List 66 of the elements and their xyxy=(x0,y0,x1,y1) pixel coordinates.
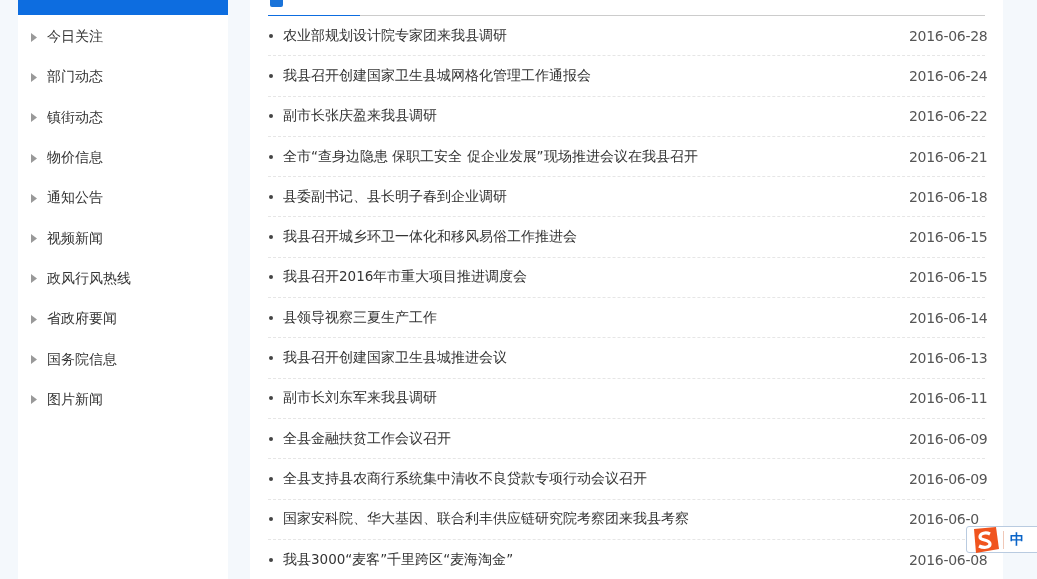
sidebar-item[interactable]: 通知公告 xyxy=(18,178,228,219)
ime-toolbar[interactable]: 中 xyxy=(966,526,1037,553)
news-link[interactable]: 全市“查身边隐患 保职工安全 促企业发展”现场推进会议在我县召开 xyxy=(283,147,909,166)
news-link[interactable]: 县领导视察三夏生产工作 xyxy=(283,308,909,327)
triangle-icon xyxy=(31,72,37,82)
sidebar-item[interactable]: 物价信息 xyxy=(18,137,228,179)
bullet-icon xyxy=(269,396,273,401)
sidebar-item[interactable]: 今日关注 xyxy=(18,17,228,58)
sidebar-item[interactable]: 政风行风热线 xyxy=(18,258,228,300)
news-link[interactable]: 我县召开创建国家卫生县城推进会议 xyxy=(283,349,909,367)
section-icon xyxy=(270,0,283,7)
news-link[interactable]: 副市长刘东军来我县调研 xyxy=(283,389,909,408)
news-date: 2016-06-09 xyxy=(909,470,985,487)
triangle-icon xyxy=(31,153,37,163)
news-link[interactable]: 全县金融扶贫工作会议召开 xyxy=(283,429,909,448)
bullet-icon xyxy=(269,356,273,360)
triangle-icon xyxy=(31,314,37,324)
bullet-icon xyxy=(269,33,273,38)
news-link[interactable]: 农业部规划设计院专家团来我县调研 xyxy=(283,26,909,45)
news-date: 2016-06-08 xyxy=(909,551,985,568)
news-date: 2016-06-18 xyxy=(909,188,985,205)
sidebar-item[interactable]: 省政府要闻 xyxy=(18,299,228,340)
news-date: 2016-06-24 xyxy=(909,67,985,84)
news-date: 2016-06-14 xyxy=(909,309,985,326)
triangle-icon xyxy=(31,113,37,123)
bullet-icon xyxy=(269,436,273,441)
bullet-icon xyxy=(269,315,273,320)
news-date: 2016-06-28 xyxy=(909,27,985,44)
news-link[interactable]: 全县支持县农商行系统集中清收不良贷款专项行动会议召开 xyxy=(283,469,909,488)
news-date: 2016-06-09 xyxy=(909,430,985,447)
news-link[interactable]: 县委副书记、县长明子春到企业调研 xyxy=(283,187,909,206)
sidebar-item[interactable]: 部门动态 xyxy=(18,57,228,98)
news-link[interactable]: 我县召开创建国家卫生县城网格化管理工作通报会 xyxy=(283,66,909,85)
triangle-icon xyxy=(31,32,37,42)
news-link[interactable]: 我县召开城乡环卫一体化和移风易俗工作推进会 xyxy=(283,228,909,247)
news-link[interactable]: 国家安科院、华大基因、联合利丰供应链研究院考察团来我县考察 xyxy=(283,510,909,529)
bullet-icon xyxy=(269,517,273,522)
news-link[interactable]: 副市长张庆盈来我县调研 xyxy=(283,107,909,126)
sidebar-item[interactable]: 国务院信息 xyxy=(18,339,228,380)
news-date: 2016-06-13 xyxy=(909,350,985,366)
input-mode: 中 xyxy=(1003,530,1024,549)
news-date: 2016-06-15 xyxy=(909,269,985,286)
news-date: 2016-06-11 xyxy=(909,390,985,407)
logo-icon xyxy=(971,526,999,553)
bullet-icon xyxy=(269,557,273,562)
news-date: 2016-06-22 xyxy=(909,108,985,125)
triangle-icon xyxy=(31,234,37,244)
triangle-icon xyxy=(31,395,37,405)
bullet-icon xyxy=(269,73,273,78)
bullet-icon xyxy=(269,154,273,159)
news-date: 2016-06-15 xyxy=(909,229,985,246)
triangle-icon xyxy=(31,274,37,284)
bullet-icon xyxy=(269,476,273,481)
news-link[interactable]: 我县召开2016年市重大项目推进调度会 xyxy=(283,268,909,287)
news-link[interactable]: 我县3000“麦客”千里跨区“麦海淘金” xyxy=(283,550,909,569)
bullet-icon xyxy=(269,194,273,199)
sidebar-item[interactable]: 镇街动态 xyxy=(18,97,228,138)
triangle-icon xyxy=(31,355,37,364)
news-date: 2016-06-0 xyxy=(909,511,980,528)
sidebar-item[interactable]: 视频新闻 xyxy=(18,218,228,259)
bullet-icon xyxy=(269,114,273,119)
news-date: 2016-06-21 xyxy=(909,148,985,165)
triangle-icon xyxy=(31,193,37,203)
bullet-icon xyxy=(269,235,273,240)
sidebar-item[interactable]: 图片新闻 xyxy=(18,379,228,420)
bullet-icon xyxy=(269,275,273,280)
